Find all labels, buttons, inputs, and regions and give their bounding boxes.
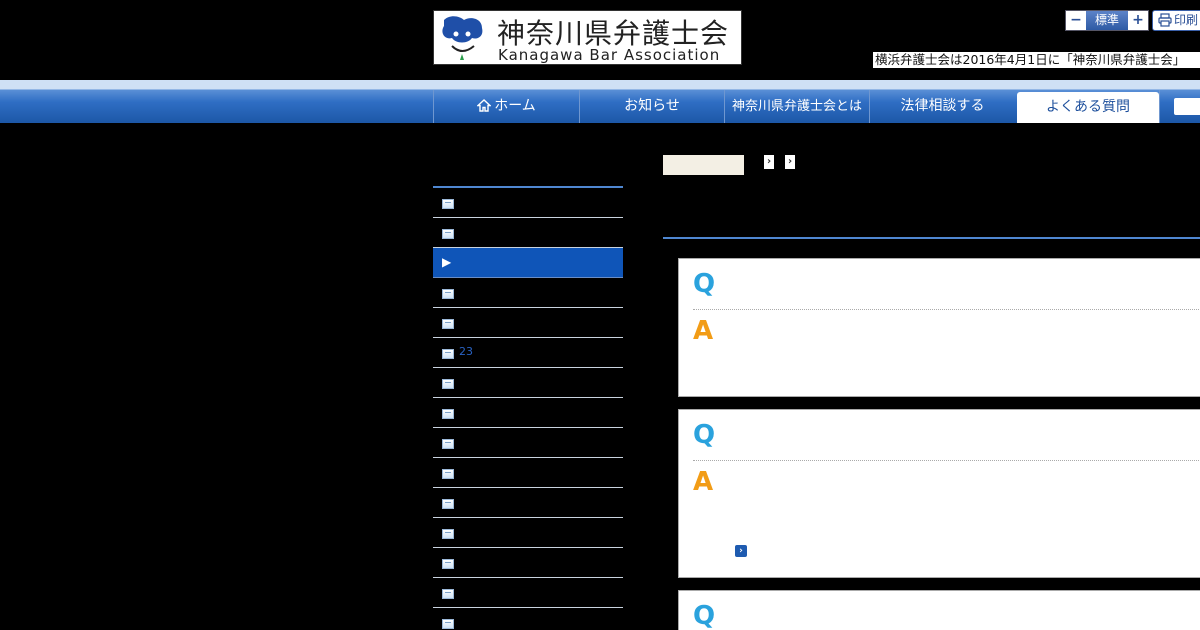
nav-item-faq[interactable]: よくある質問 — [1017, 92, 1159, 123]
sidebar-item[interactable] — [433, 188, 623, 218]
chevron-right-icon[interactable]: › — [735, 545, 747, 557]
page-icon — [442, 469, 454, 479]
page-icon — [442, 559, 454, 569]
question-mark: Q — [693, 601, 716, 630]
sidebar-item[interactable] — [433, 488, 623, 518]
breadcrumb-home[interactable] — [663, 155, 744, 175]
global-nav: ホーム お知らせ 神奈川県弁護士会とは 法律相談する よくある質問 — [433, 90, 1200, 123]
sidebar-item[interactable]: 23 — [433, 338, 623, 368]
font-size-control: − 標準 + — [1065, 10, 1149, 31]
sidebar-item[interactable] — [433, 278, 623, 308]
answer-mark: A — [693, 467, 714, 497]
breadcrumb-separator: › — [764, 155, 774, 169]
nav-item-label: お知らせ — [624, 98, 680, 114]
sidebar-menu: ▶ 23 — [433, 186, 623, 630]
faq-card: Q A › — [678, 409, 1200, 578]
home-icon — [477, 99, 492, 112]
sidebar-item[interactable] — [433, 218, 623, 248]
print-button[interactable]: 印刷 — [1152, 10, 1200, 31]
nav-item-consultation[interactable]: 法律相談する — [869, 90, 1015, 123]
page-icon — [442, 439, 454, 449]
sidebar-item-label: 23 — [459, 345, 473, 358]
printer-icon — [1158, 13, 1172, 27]
sidebar-item[interactable] — [433, 428, 623, 458]
play-arrow-icon: ▶ — [442, 255, 452, 269]
sidebar-item[interactable] — [433, 458, 623, 488]
page-icon — [442, 409, 454, 419]
logo-mark-icon — [442, 16, 483, 60]
question-mark: Q — [693, 420, 716, 450]
page-icon — [442, 589, 454, 599]
font-size-decrease-button[interactable]: − — [1066, 11, 1086, 30]
nav-item-news[interactable]: お知らせ — [579, 90, 724, 123]
nav-item-label: ホーム — [494, 98, 536, 114]
faq-card: Q A — [678, 258, 1200, 397]
breadcrumb-separator: › — [785, 155, 795, 169]
nav-item-more[interactable] — [1159, 90, 1200, 123]
page-icon — [442, 199, 454, 209]
sidebar-item[interactable] — [433, 518, 623, 548]
nav-item-about[interactable]: 神奈川県弁護士会とは — [724, 90, 869, 123]
sidebar-item[interactable] — [433, 578, 623, 608]
logo-title-en: Kanagawa Bar Association — [498, 46, 721, 64]
page-icon — [442, 229, 454, 239]
faq-divider — [693, 460, 1200, 461]
font-size-increase-button[interactable]: + — [1128, 11, 1148, 30]
page-icon — [442, 529, 454, 539]
print-label: 印刷 — [1174, 13, 1199, 27]
faq-divider — [693, 309, 1200, 310]
sidebar-item[interactable] — [433, 368, 623, 398]
section-divider — [663, 237, 1200, 239]
nav-item-label: 法律相談する — [900, 98, 985, 114]
sidebar-item[interactable] — [433, 398, 623, 428]
nav-item-label: よくある質問 — [1046, 99, 1130, 115]
site-logo[interactable]: 神奈川県弁護士会 Kanagawa Bar Association — [433, 10, 742, 65]
page-icon — [442, 499, 454, 509]
sidebar-item-active[interactable]: ▶ — [433, 248, 623, 278]
answer-mark: A — [693, 316, 714, 346]
nav-item-label: 神奈川県弁護士会とは — [731, 99, 862, 114]
page-icon — [442, 319, 454, 329]
faq-card: Q — [678, 590, 1200, 630]
page-icon — [442, 289, 454, 299]
sidebar-item[interactable] — [433, 308, 623, 338]
nav-item-home[interactable]: ホーム — [433, 90, 579, 123]
question-mark: Q — [693, 269, 716, 299]
sidebar-item[interactable] — [433, 608, 623, 630]
page-icon — [442, 619, 454, 629]
sidebar-item[interactable] — [433, 548, 623, 578]
notice-banner[interactable]: 横浜弁護士会は2016年4月1日に「神奈川県弁護士会」 — [873, 52, 1200, 68]
font-size-reset-button[interactable]: 標準 — [1086, 11, 1128, 30]
page-icon — [442, 379, 454, 389]
page-icon — [442, 349, 454, 359]
